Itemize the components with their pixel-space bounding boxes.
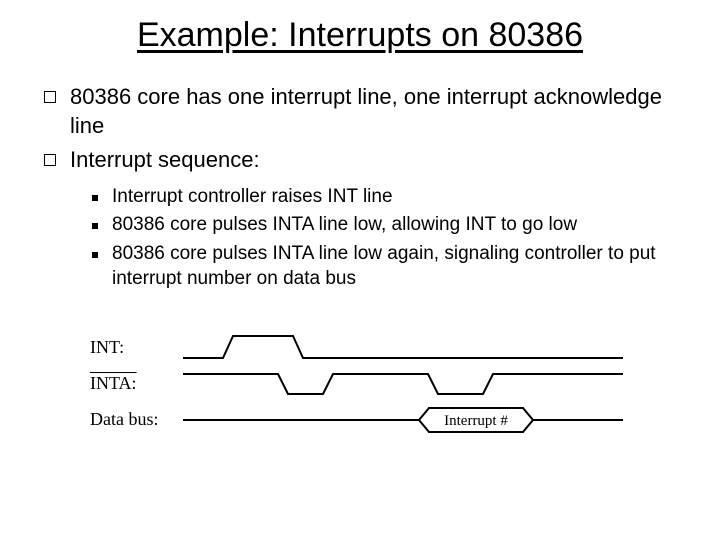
square-bullet-icon [44, 154, 56, 166]
square-bullet-icon [44, 91, 56, 103]
list-item-text: 80386 core has one interrupt line, one i… [70, 83, 680, 140]
signal-row-int: INT: [90, 330, 630, 366]
list-item: 80386 core pulses INTA line low again, s… [92, 242, 680, 291]
list-item: 80386 core has one interrupt line, one i… [44, 83, 680, 140]
list-item-text: 80386 core pulses INTA line low again, s… [112, 242, 680, 291]
timing-diagram: INT: INTA: Data bus: Interrupt # [40, 330, 680, 438]
sub-bullet-list: Interrupt controller raises INT line 803… [44, 185, 680, 292]
signal-row-databus: Data bus: Interrupt # [90, 402, 630, 438]
signal-waveform-int [176, 330, 630, 366]
dot-bullet-icon [92, 252, 98, 258]
signal-waveform-databus: Interrupt # [176, 402, 630, 438]
list-item: Interrupt controller raises INT line [92, 185, 680, 210]
list-item-text: 80386 core pulses INTA line low, allowin… [112, 213, 680, 238]
dot-bullet-icon [92, 223, 98, 229]
dot-bullet-icon [92, 195, 98, 201]
signal-label-overline: INTA: [90, 373, 176, 394]
list-item-text: Interrupt sequence: [70, 146, 680, 175]
list-item-text: Interrupt controller raises INT line [112, 185, 680, 210]
signal-waveform-inta [176, 366, 630, 402]
list-item: 80386 core pulses INTA line low, allowin… [92, 213, 680, 238]
list-item: Interrupt sequence: [44, 146, 680, 175]
bullet-list: 80386 core has one interrupt line, one i… [40, 83, 680, 292]
signal-label: Data bus: [90, 409, 176, 430]
databus-value-label: Interrupt # [444, 413, 508, 429]
signal-row-inta: INTA: [90, 366, 630, 402]
slide-title: Example: Interrupts on 80386 [40, 16, 680, 55]
signal-label: INT: [90, 337, 176, 358]
